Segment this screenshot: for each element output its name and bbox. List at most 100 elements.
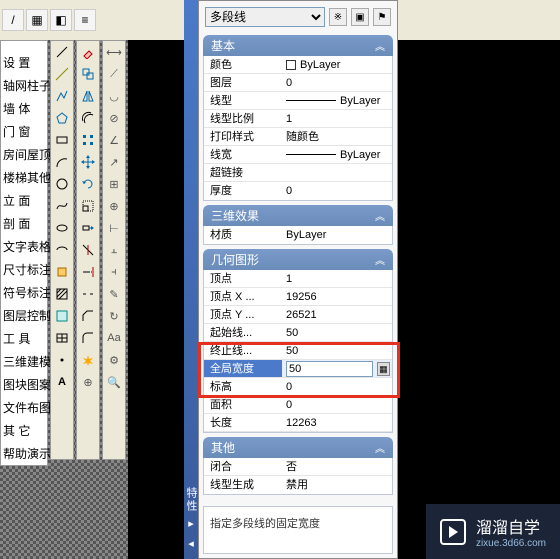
spline-icon[interactable] [51,195,73,217]
prop-val[interactable]: 0 [282,182,392,200]
prop-val[interactable]: 随颜色 [282,128,392,145]
prop-val[interactable]: 19256 [282,288,392,305]
move-icon[interactable] [77,151,99,173]
angular-dim-icon[interactable]: ∠ [103,129,125,151]
quick-select-icon[interactable]: ※ [329,8,347,26]
prop-val[interactable]: 50 [282,342,392,359]
menu-item[interactable]: 图块图案 [1,373,47,396]
explode-icon[interactable] [77,349,99,371]
calculator-icon[interactable]: ▦ [377,362,390,376]
select-objects-icon[interactable]: ▣ [351,8,369,26]
ellipse-icon[interactable] [51,217,73,239]
prop-val[interactable]: 禁用 [282,476,392,494]
ellipse-arc-icon[interactable] [51,239,73,261]
center-mark-icon[interactable]: ⊕ [103,195,125,217]
dim-inspect-icon[interactable]: 🔍 [103,371,125,393]
prop-val[interactable] [282,164,392,181]
toolbar-button[interactable]: / [2,9,24,31]
polyline-icon[interactable] [51,85,73,107]
mirror-icon[interactable] [77,85,99,107]
rotate-icon[interactable] [77,173,99,195]
table-icon[interactable] [51,327,73,349]
line-tool-icon[interactable] [51,41,73,63]
menu-item[interactable]: 图层控制 [1,304,47,327]
menu-item[interactable]: 帮助演示 [1,442,47,465]
stretch-icon[interactable] [77,217,99,239]
prop-val[interactable]: 12263 [282,414,392,431]
menu-item[interactable]: 三维建模 [1,350,47,373]
menu-item[interactable]: 符号标注 [1,281,47,304]
rectangle-icon[interactable] [51,129,73,151]
prop-val[interactable]: 50 [282,324,392,341]
section-misc-header[interactable]: 其他 ︽ [203,437,393,458]
prop-val[interactable]: 26521 [282,306,392,323]
prop-val[interactable]: 1 [282,270,392,287]
baseline-icon[interactable]: ⫠ [103,239,125,261]
region-icon[interactable] [51,305,73,327]
join-icon[interactable]: ⊕ [77,371,99,393]
menu-item[interactable]: 文字表格 [1,235,47,258]
menu-item[interactable]: 设 置 [1,51,47,74]
toolbar-button[interactable]: ▦ [26,9,48,31]
leader-icon[interactable]: ↗ [103,151,125,173]
panel-toggle-icon[interactable]: ▸ [185,517,197,529]
erase-icon[interactable] [77,41,99,63]
text-icon[interactable]: A [51,371,73,393]
diameter-dim-icon[interactable]: ⊘ [103,107,125,129]
linear-dim-icon[interactable]: ⟷ [103,41,125,63]
prop-val[interactable]: ByLayer [282,146,392,163]
offset-icon[interactable] [77,107,99,129]
dim-update-icon[interactable]: ↻ [103,305,125,327]
continue-icon[interactable]: ⫞ [103,261,125,283]
insert-block-icon[interactable] [51,261,73,283]
prop-val[interactable]: ByLayer [282,92,392,109]
tolerance-icon[interactable]: ⊞ [103,173,125,195]
circle-icon[interactable] [51,173,73,195]
menu-item[interactable]: 墙 体 [1,97,47,120]
menu-item[interactable]: 文件布图 [1,396,47,419]
properties-spine[interactable]: 特性 ▸ ◂ [184,0,198,559]
dim-style-icon[interactable]: Aa [103,327,125,349]
polygon-icon[interactable] [51,107,73,129]
menu-item[interactable]: 房间屋顶 [1,143,47,166]
extend-icon[interactable] [77,261,99,283]
toggle-pickadd-icon[interactable]: ⚑ [373,8,391,26]
scale-icon[interactable] [77,195,99,217]
ordinate-icon[interactable]: ⊢ [103,217,125,239]
hatch-icon[interactable] [51,283,73,305]
menu-item[interactable]: 工 具 [1,327,47,350]
dim-override-icon[interactable]: ⚙ [103,349,125,371]
prop-val[interactable]: 1 [282,110,392,127]
menu-item[interactable]: 剖 面 [1,212,47,235]
menu-item[interactable]: 楼梯其他 [1,166,47,189]
prop-val[interactable]: 否 [282,458,392,475]
radius-dim-icon[interactable]: ◡ [103,85,125,107]
section-geometry-header[interactable]: 几何图形 ︽ [203,249,393,270]
toolbar-button[interactable]: ◧ [50,9,72,31]
fillet-icon[interactable] [77,327,99,349]
copy-icon[interactable] [77,63,99,85]
trim-icon[interactable] [77,239,99,261]
menu-item[interactable]: 立 面 [1,189,47,212]
prop-val-global-width[interactable]: ▦ [282,360,392,377]
point-icon[interactable] [51,349,73,371]
section-basic-header[interactable]: 基本 ︽ [203,35,393,56]
panel-collapse-icon[interactable]: ◂ [185,537,197,549]
menu-item[interactable]: 其 它 [1,419,47,442]
aligned-dim-icon[interactable]: ⟋ [103,63,125,85]
object-type-select[interactable]: 多段线 [205,7,325,27]
dim-edit-icon[interactable]: ✎ [103,283,125,305]
menu-item[interactable]: 门 窗 [1,120,47,143]
prop-val[interactable]: 0 [282,396,392,413]
chamfer-icon[interactable] [77,305,99,327]
menu-item[interactable]: 轴网柱子 [1,74,47,97]
global-width-input[interactable] [286,361,373,377]
prop-val[interactable]: 0 [282,378,392,395]
toolbar-button[interactable]: ≡ [74,9,96,31]
prop-val-color[interactable]: ByLayer [282,56,392,73]
prop-val[interactable]: 0 [282,74,392,91]
prop-val[interactable]: ByLayer [282,226,392,244]
array-icon[interactable] [77,129,99,151]
section-3d-header[interactable]: 三维效果 ︽ [203,205,393,226]
menu-item[interactable]: 尺寸标注 [1,258,47,281]
